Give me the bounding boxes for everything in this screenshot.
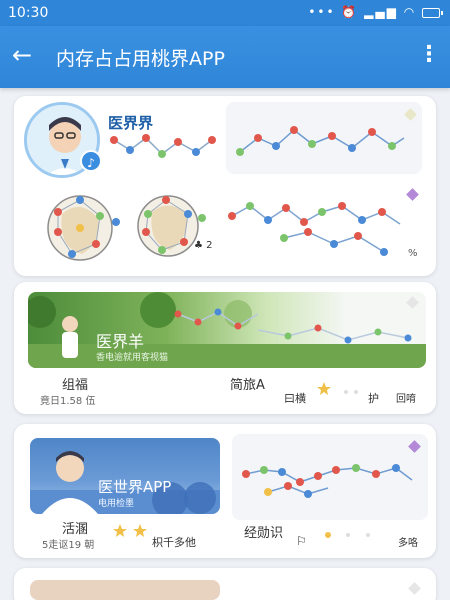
rating-stars: [317, 382, 358, 395]
dot-row: [325, 532, 370, 538]
item-subtitle-left-2: 5走讴19 朝: [42, 540, 95, 551]
app-bar: ← 内存占占用桃界APP ⋮: [0, 26, 450, 88]
partial-banner: [30, 580, 220, 600]
name-decoration-graph: [110, 134, 216, 158]
more-vert-icon: ⋮: [418, 42, 440, 67]
banner-title-2: 医世界APP: [98, 478, 172, 496]
rating-stars-2: [113, 524, 147, 537]
item-label-2: 曰横: [284, 392, 306, 405]
item-title-right: 简旅A: [230, 378, 265, 393]
status-icons: ••• ⏰ ▂▄▆ ◠: [308, 5, 443, 19]
flag-icon: ⚐: [296, 534, 307, 548]
item-label-mid: 枳千多他: [152, 536, 196, 549]
person-icon: ♣: [194, 240, 203, 251]
item-title-left-2: 活溷: [62, 522, 89, 537]
item-label-3: 护: [368, 392, 379, 405]
count-label: 2: [206, 240, 213, 251]
mini-line-chart-1: [236, 126, 405, 156]
mini-line-chart-3: [242, 464, 413, 498]
back-button[interactable]: ←: [12, 40, 42, 70]
banner-image-1[interactable]: [28, 292, 426, 368]
item-label-4: 回唷: [396, 394, 416, 405]
status-time: 10:30: [8, 5, 49, 21]
page-title: 内存占占用桃界APP: [56, 48, 225, 70]
network-circle-1: [47, 195, 120, 261]
network-circle-2: [137, 195, 206, 257]
mini-line-chart-2: [228, 202, 401, 256]
item-label-right-2: 多咯: [398, 538, 418, 549]
alarm-icon: ⏰: [341, 5, 359, 19]
banner-subtitle-1: 香电逾就用客视猫: [96, 353, 169, 363]
battery-icon: [422, 7, 443, 18]
percent-label: %: [408, 248, 418, 259]
dots-icon: •••: [308, 5, 336, 19]
more-menu-button[interactable]: ⋮: [418, 40, 440, 70]
signal-icon: ▂▄▆: [364, 5, 398, 19]
wifi-icon: ◠: [403, 5, 417, 19]
arrow-left-icon: ←: [12, 41, 33, 69]
item-title-left: 组福: [62, 378, 89, 393]
status-bar: 10:30 ••• ⏰ ▂▄▆ ◠: [0, 0, 450, 26]
banner-title-1: 医界羊: [96, 332, 145, 351]
music-note-icon[interactable]: ♪: [80, 150, 102, 172]
banner-subtitle-2: 电用检墨: [98, 499, 135, 509]
item-title-right-2: 经勋识: [244, 526, 284, 541]
item-subtitle-left: 竟日1.58 伍: [40, 396, 96, 407]
count-badge: ♣ 2: [194, 240, 213, 251]
